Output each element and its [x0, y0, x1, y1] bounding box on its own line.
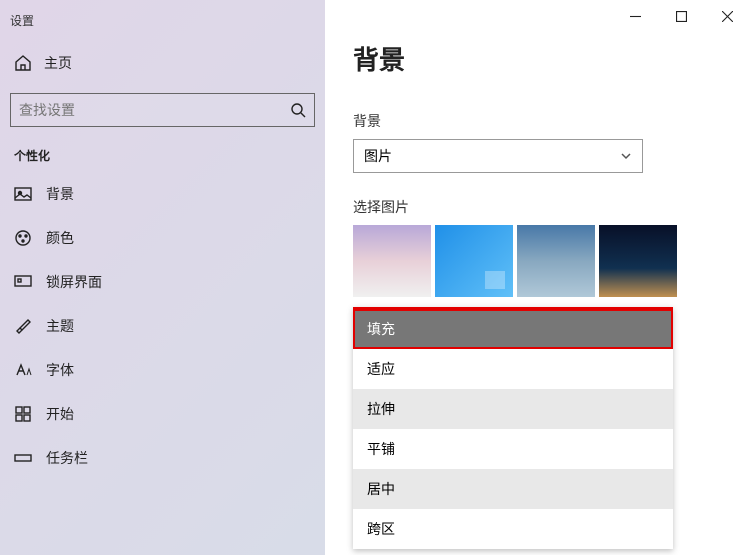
sidebar-item-lockscreen[interactable]: 锁屏界面 — [0, 260, 325, 304]
main-content: 背景 背景 图片 选择图片 填充 适应 拉伸 平铺 居中 跨区 相关的设置 — [325, 0, 750, 555]
sidebar-item-label: 颜色 — [46, 228, 74, 248]
search-icon — [290, 102, 306, 118]
background-label: 背景 — [353, 111, 722, 131]
background-select[interactable]: 图片 — [353, 139, 643, 173]
image-thumbnails — [353, 225, 722, 297]
choose-image-label: 选择图片 — [353, 197, 722, 217]
lockscreen-icon — [14, 273, 32, 291]
fit-option-fill[interactable]: 填充 — [353, 309, 673, 349]
maximize-button[interactable] — [658, 0, 704, 32]
sidebar-section-title: 个性化 — [0, 127, 325, 172]
fit-option-fit[interactable]: 适应 — [353, 349, 673, 389]
start-icon — [14, 405, 32, 423]
sidebar-item-start[interactable]: 开始 — [0, 392, 325, 436]
taskbar-icon — [14, 449, 32, 467]
page-title: 背景 — [353, 40, 722, 77]
sidebar-item-colors[interactable]: 颜色 — [0, 216, 325, 260]
font-icon — [14, 361, 32, 379]
home-icon — [14, 54, 32, 72]
image-thumb-4[interactable] — [599, 225, 677, 297]
sidebar-item-label: 字体 — [46, 360, 74, 380]
image-thumb-2[interactable] — [435, 225, 513, 297]
brush-icon — [14, 317, 32, 335]
sidebar-item-label: 开始 — [46, 404, 74, 424]
search-box[interactable] — [10, 93, 315, 127]
image-thumb-1[interactable] — [353, 225, 431, 297]
app-title: 设置 — [0, 8, 325, 37]
window-controls — [612, 0, 750, 32]
sidebar-home-label: 主页 — [44, 53, 72, 73]
search-input[interactable] — [19, 102, 290, 118]
image-thumb-3[interactable] — [517, 225, 595, 297]
chevron-down-icon — [620, 150, 632, 162]
fit-option-stretch[interactable]: 拉伸 — [353, 389, 673, 429]
image-icon — [14, 185, 32, 203]
sidebar: 设置 主页 个性化 背景 颜色 锁屏界面 — [0, 0, 325, 555]
sidebar-item-label: 任务栏 — [46, 448, 88, 468]
sidebar-item-taskbar[interactable]: 任务栏 — [0, 436, 325, 480]
close-button[interactable] — [704, 0, 750, 32]
minimize-button[interactable] — [612, 0, 658, 32]
background-select-value: 图片 — [364, 146, 392, 166]
sidebar-item-label: 锁屏界面 — [46, 272, 102, 292]
sidebar-item-fonts[interactable]: 字体 — [0, 348, 325, 392]
fit-dropdown: 填充 适应 拉伸 平铺 居中 跨区 — [353, 307, 673, 549]
sidebar-home[interactable]: 主页 — [0, 43, 325, 83]
sidebar-item-themes[interactable]: 主题 — [0, 304, 325, 348]
sidebar-item-background[interactable]: 背景 — [0, 172, 325, 216]
fit-option-tile[interactable]: 平铺 — [353, 429, 673, 469]
sidebar-item-label: 背景 — [46, 184, 74, 204]
sidebar-item-label: 主题 — [46, 316, 74, 336]
palette-icon — [14, 229, 32, 247]
fit-option-center[interactable]: 居中 — [353, 469, 673, 509]
fit-option-span[interactable]: 跨区 — [353, 509, 673, 549]
